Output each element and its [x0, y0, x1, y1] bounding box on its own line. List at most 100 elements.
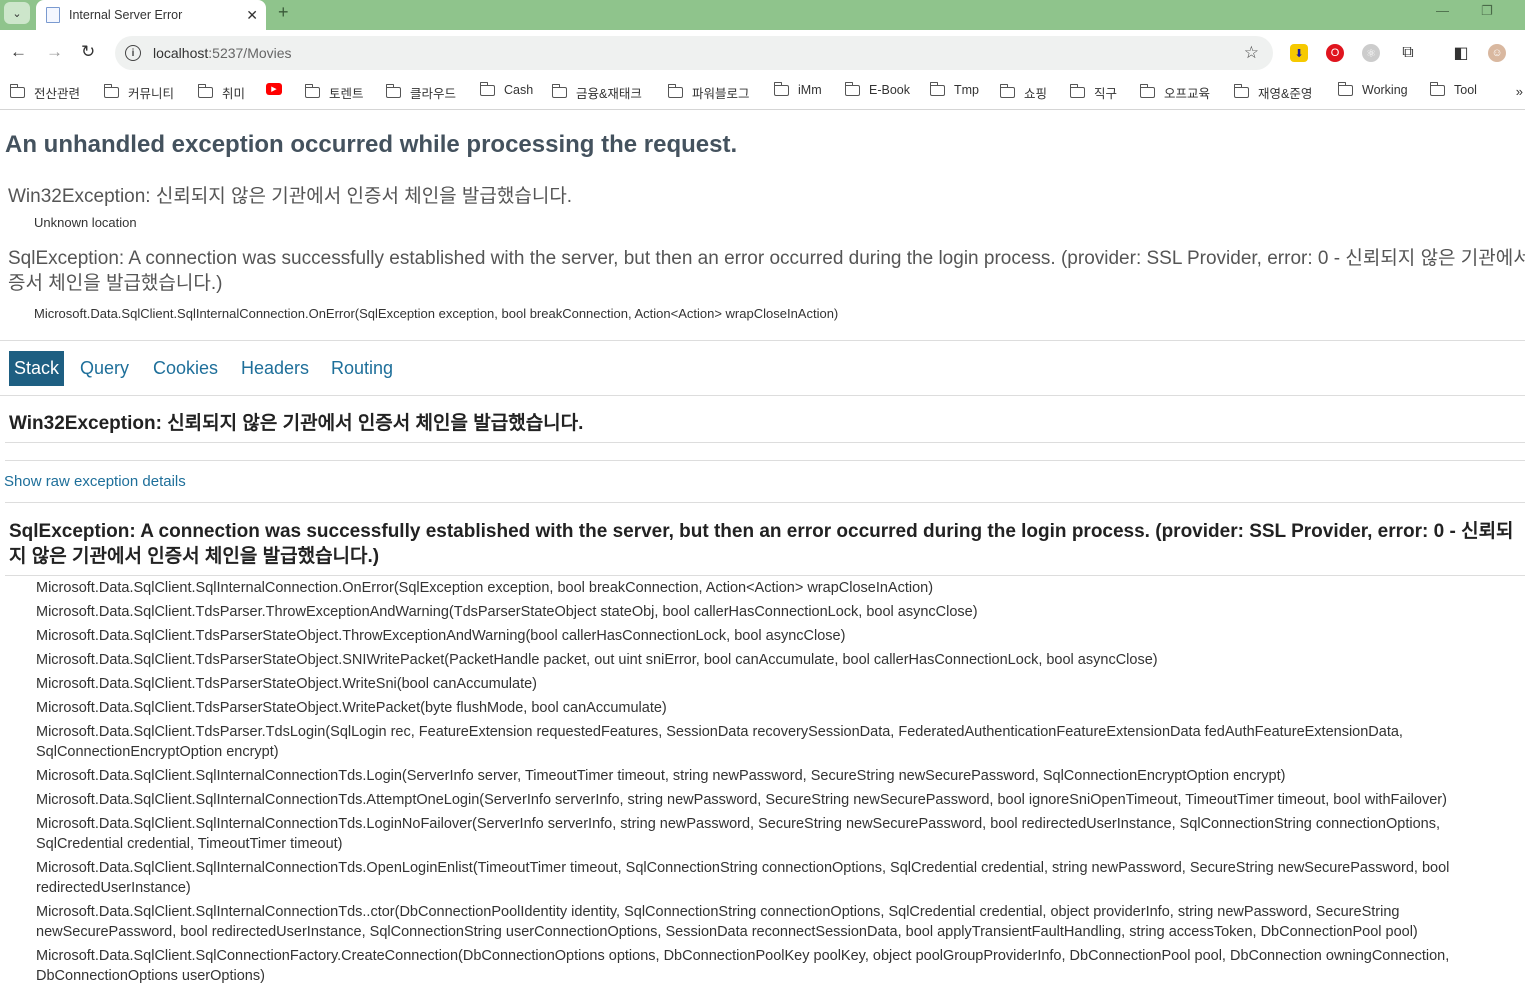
bookmark-folder[interactable]: Tool: [1429, 81, 1477, 97]
folder-icon: [551, 84, 567, 98]
bookmark-folder[interactable]: 파워블로그: [667, 83, 750, 102]
error-summary-win32: Win32Exception: 신뢰되지 않은 기관에서 인증서 체인을 발급했…: [8, 186, 573, 207]
bookmark-folder[interactable]: iMm: [773, 81, 822, 97]
stack-frame[interactable]: Microsoft.Data.SqlClient.SqlInternalConn…: [36, 766, 1516, 786]
divider: [5, 442, 1525, 443]
bookmark-star-icon[interactable]: ☆: [1244, 43, 1259, 63]
bookmark-folder[interactable]: 쇼핑: [999, 83, 1048, 102]
folder-icon: [103, 84, 119, 98]
bookmark-label: 오프교육: [1164, 87, 1211, 101]
tab-strip: ⌄ Internal Server Error ✕ + — ❐: [0, 0, 1525, 30]
download-extension-icon[interactable]: ⬇: [1290, 44, 1308, 62]
error-summary-sql: SqlException: A connection was successfu…: [8, 246, 1525, 296]
browser-toolbar: ← → ↻ i localhost:5237/Movies ☆ ⬇ O ⚛ ⧉ …: [0, 30, 1525, 76]
error-summary-line: SqlException: A connection was successfu…: [8, 248, 1525, 269]
more-bookmarks-icon[interactable]: »: [1516, 84, 1523, 99]
folder-icon: [304, 84, 320, 98]
opera-extension-icon[interactable]: O: [1326, 44, 1344, 62]
youtube-bookmark[interactable]: ▶: [266, 83, 282, 95]
bookmark-folder[interactable]: 취미: [197, 83, 246, 102]
tab-stack[interactable]: Stack: [9, 351, 65, 386]
url-path: :5237/Movies: [208, 45, 292, 61]
stack-frame[interactable]: Microsoft.Data.SqlClient.TdsParserStateO…: [36, 650, 1516, 670]
error-summary-line: 증서 체인을 발급했습니다.): [8, 273, 223, 294]
stack-frame[interactable]: Microsoft.Data.SqlClient.TdsParser.Throw…: [36, 602, 1516, 622]
show-raw-exception-link[interactable]: Show raw exception details: [4, 473, 186, 490]
bookmark-label: 쇼핑: [1024, 87, 1048, 101]
stack-frame[interactable]: Microsoft.Data.SqlClient.SqlInternalConn…: [36, 858, 1516, 898]
restore-icon[interactable]: ❐: [1481, 3, 1493, 19]
tab-cookies[interactable]: Cookies: [148, 351, 223, 386]
bookmark-folder[interactable]: 전산관련: [9, 83, 81, 102]
bookmark-label: Working: [1362, 83, 1408, 97]
address-bar[interactable]: i localhost:5237/Movies ☆: [115, 36, 1273, 70]
tab-title: Internal Server Error: [69, 8, 183, 22]
bookmark-label: 전산관련: [34, 87, 81, 101]
divider: [5, 460, 1525, 461]
bookmark-label: iMm: [798, 83, 822, 97]
bookmark-label: Tmp: [954, 83, 979, 97]
bookmark-folder[interactable]: 커뮤니티: [103, 83, 175, 102]
error-tabs: Stack Query Cookies Headers Routing: [0, 340, 1525, 396]
extensions-puzzle-icon[interactable]: ⧉: [1399, 44, 1417, 62]
bookmarks-bar: 전산관련 커뮤니티 취미 ▶ 토렌트 클라우드 Cash 금융&재태크 파워블로…: [0, 76, 1525, 110]
stack-frame[interactable]: Microsoft.Data.SqlClient.TdsParserStateO…: [36, 698, 1516, 718]
tab-search-button[interactable]: ⌄: [4, 2, 30, 24]
bookmark-folder[interactable]: E-Book: [844, 81, 910, 97]
forward-icon[interactable]: →: [46, 42, 63, 62]
bookmark-label: 커뮤니티: [128, 87, 175, 101]
minimize-icon[interactable]: —: [1436, 3, 1449, 18]
tab-internal-server-error[interactable]: Internal Server Error ✕: [36, 0, 266, 30]
stack-heading-win32: Win32Exception: 신뢰되지 않은 기관에서 인증서 체인을 발급했…: [9, 413, 584, 434]
folder-icon: [929, 81, 945, 96]
reload-icon[interactable]: ↻: [81, 42, 95, 62]
page-title: An unhandled exception occurred while pr…: [5, 131, 738, 158]
folder-icon: [479, 81, 495, 96]
bookmark-folder[interactable]: 재영&준영: [1233, 83, 1312, 102]
stack-frame[interactable]: Microsoft.Data.SqlClient.SqlInternalConn…: [36, 578, 1516, 598]
react-extension-icon[interactable]: ⚛: [1362, 44, 1380, 62]
chevron-down-icon: ⌄: [12, 7, 22, 20]
bookmark-label: E-Book: [869, 83, 910, 97]
bookmark-folder[interactable]: 클라우드: [385, 83, 457, 102]
url-host: localhost: [153, 45, 209, 61]
tab-routing[interactable]: Routing: [326, 351, 398, 386]
new-tab-icon[interactable]: +: [278, 2, 289, 23]
bookmark-label: 파워블로그: [692, 87, 750, 101]
bookmark-label: Cash: [504, 83, 534, 97]
tab-headers[interactable]: Headers: [236, 351, 314, 386]
stack-frame[interactable]: Microsoft.Data.SqlClient.TdsParserStateO…: [36, 674, 1516, 694]
stack-frame[interactable]: Microsoft.Data.SqlClient.TdsParserStateO…: [36, 626, 1516, 646]
url-text: localhost:5237/Movies: [153, 45, 292, 61]
stack-frame[interactable]: Microsoft.Data.SqlClient.TdsParser.TdsLo…: [36, 722, 1516, 762]
stack-frame[interactable]: Microsoft.Data.SqlClient.SqlInternalConn…: [36, 790, 1516, 810]
bookmark-folder[interactable]: Cash: [479, 81, 534, 97]
bookmark-label: Tool: [1454, 83, 1477, 97]
bookmark-label: 취미: [222, 87, 246, 101]
close-icon[interactable]: ✕: [246, 7, 258, 24]
bookmark-folder[interactable]: 직구: [1069, 83, 1117, 102]
folder-icon: [1139, 84, 1155, 98]
bookmark-label: 토렌트: [329, 87, 364, 101]
folder-icon: [844, 81, 860, 96]
stack-frame[interactable]: Microsoft.Data.SqlClient.SqlInternalConn…: [36, 814, 1516, 854]
stack-frame[interactable]: Microsoft.Data.SqlClient.SqlInternalConn…: [36, 902, 1516, 942]
bookmark-folder[interactable]: Working: [1337, 81, 1408, 97]
bookmark-folder[interactable]: Tmp: [929, 81, 979, 97]
folder-icon: [1233, 84, 1249, 98]
bookmark-label: 클라우드: [410, 87, 457, 101]
folder-icon: [197, 84, 213, 98]
bookmark-folder[interactable]: 토렌트: [304, 83, 364, 102]
stack-frames: Microsoft.Data.SqlClient.SqlInternalConn…: [36, 578, 1516, 989]
folder-icon: [667, 84, 683, 98]
bookmark-folder[interactable]: 금융&재태크: [551, 83, 642, 102]
profile-avatar[interactable]: ☺: [1488, 44, 1506, 62]
folder-icon: [1337, 81, 1353, 96]
tab-query[interactable]: Query: [75, 351, 134, 386]
back-icon[interactable]: ←: [10, 42, 27, 62]
stack-frame[interactable]: Microsoft.Data.SqlClient.SqlConnectionFa…: [36, 946, 1516, 986]
side-panel-icon[interactable]: ◧: [1452, 44, 1470, 62]
site-info-icon[interactable]: i: [125, 45, 141, 61]
bookmark-folder[interactable]: 오프교육: [1139, 83, 1211, 102]
folder-icon: [1429, 81, 1445, 96]
